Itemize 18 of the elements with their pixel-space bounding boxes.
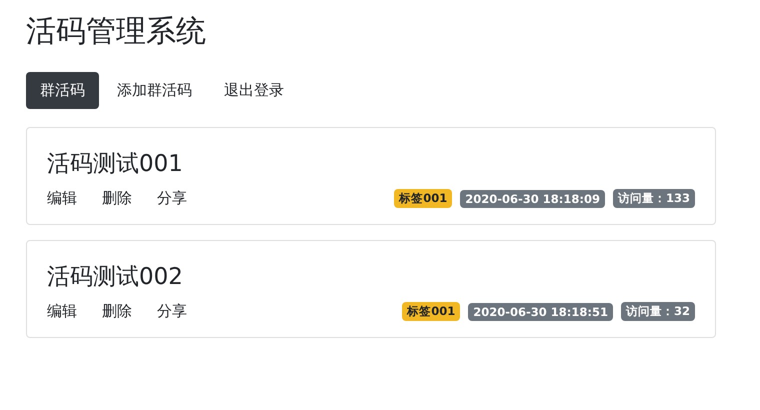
action-link[interactable]: 删除 (102, 302, 132, 321)
visits-badge: 访问量：32 (620, 302, 695, 321)
action-link[interactable]: 编辑 (47, 189, 77, 208)
time-badge: 2020-06-30 18:18:09 (460, 190, 605, 208)
card-title: 活码测试002 (47, 263, 184, 292)
page-title: 活码管理系统 (26, 14, 207, 50)
visits-badge: 访问量：133 (612, 189, 695, 208)
tag-badge: 标签001 (394, 189, 452, 208)
action-link[interactable]: 分享 (157, 302, 187, 321)
card-title: 活码测试001 (47, 150, 184, 179)
nav-tab[interactable]: 退出登录 (210, 72, 298, 109)
action-link[interactable]: 删除 (102, 189, 132, 208)
time-badge: 2020-06-30 18:18:51 (468, 302, 613, 320)
nav-tab[interactable]: 群活码 (26, 72, 99, 109)
action-link[interactable]: 编辑 (47, 302, 77, 321)
action-link[interactable]: 分享 (157, 189, 187, 208)
tag-badge: 标签001 (402, 302, 460, 321)
nav-tab[interactable]: 添加群活码 (103, 72, 206, 109)
